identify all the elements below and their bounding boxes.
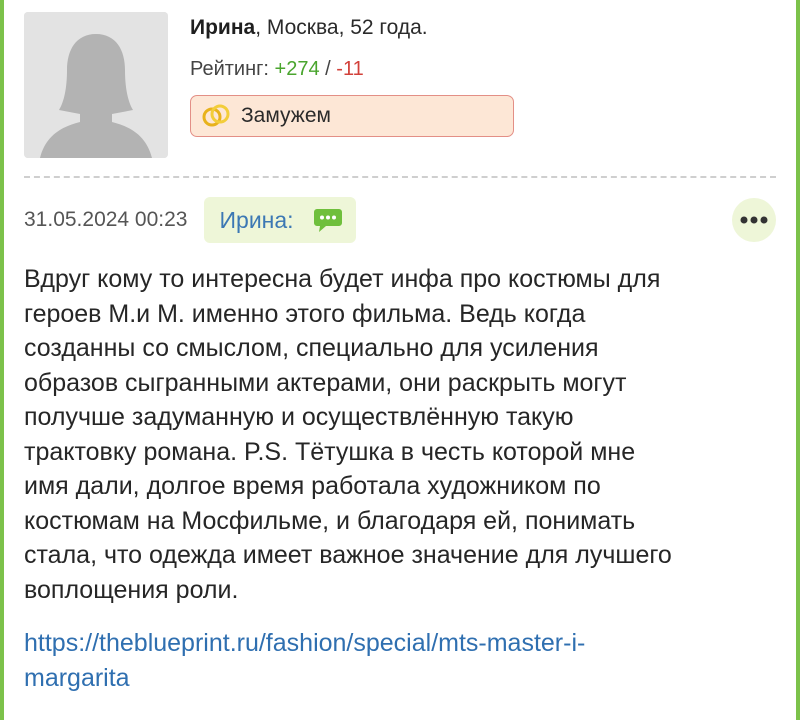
section-divider — [24, 176, 776, 178]
status-badge: Замужем — [190, 95, 514, 137]
post-body: Вдруг кому то интересна будет инфа про к… — [24, 262, 790, 607]
rating-minus: -11 — [336, 58, 364, 80]
rating-plus: +274 — [274, 58, 320, 80]
frame-left-border — [0, 0, 4, 720]
user-name[interactable]: Ирина — [190, 16, 255, 39]
post-body-line: стала, что одежда имеет важное значение … — [24, 541, 672, 569]
post-link[interactable]: https://theblueprint.ru/fashion/special/… — [24, 626, 790, 695]
avatar[interactable] — [24, 12, 168, 158]
post-body-line: костюмам на Мосфильме, и благодаря ей, п… — [24, 506, 636, 535]
post-body-line: созданны со смыслом, специально для усил… — [24, 334, 599, 362]
post-body-line: Вдруг кому то интересна будет инфа про к… — [24, 265, 661, 293]
post-body-line: образов сыгранными актерами, они раскрыт… — [24, 368, 627, 397]
female-silhouette-icon — [24, 12, 168, 158]
post-link-line[interactable]: margarita — [24, 661, 790, 696]
post-body-line: имя дали, долгое время работала художник… — [24, 472, 601, 500]
more-options-button[interactable] — [732, 198, 776, 242]
post-body-line: получше задуманную и осуществлённую таку… — [24, 403, 574, 431]
post-author[interactable]: Ирина: — [220, 207, 294, 234]
rating-label: Рейтинг: — [190, 58, 269, 80]
post-author-tag[interactable]: Ирина: — [203, 197, 356, 243]
user-rating: Рейтинг: +274 / -11 — [190, 56, 428, 82]
post-date: 31.05.2024 00:23 — [24, 208, 188, 231]
chat-bubble-icon[interactable] — [312, 206, 344, 234]
post-body-line: героев М.и М. именно этого фильма. Ведь … — [24, 299, 586, 328]
user-location-age: , Москва, 52 года. — [255, 16, 428, 39]
rating-separator: / — [325, 58, 331, 80]
ellipsis-icon — [740, 216, 768, 224]
user-name-line: Ирина, Москва, 52 года. — [190, 14, 428, 42]
post-body-line: трактовку романа. P.S. Тётушка в честь к… — [24, 437, 636, 466]
post-meta: 31.05.2024 00:23 Ирина: — [24, 196, 356, 244]
profile-info: Ирина, Москва, 52 года. Рейтинг: +274 / … — [190, 14, 428, 82]
post-body-line: воплощения роли. — [24, 575, 239, 604]
status-label: Замужем — [241, 104, 331, 127]
post-link-line[interactable]: https://theblueprint.ru/fashion/special/… — [24, 626, 790, 661]
frame-right-border — [796, 0, 800, 720]
wedding-rings-icon — [202, 104, 230, 127]
